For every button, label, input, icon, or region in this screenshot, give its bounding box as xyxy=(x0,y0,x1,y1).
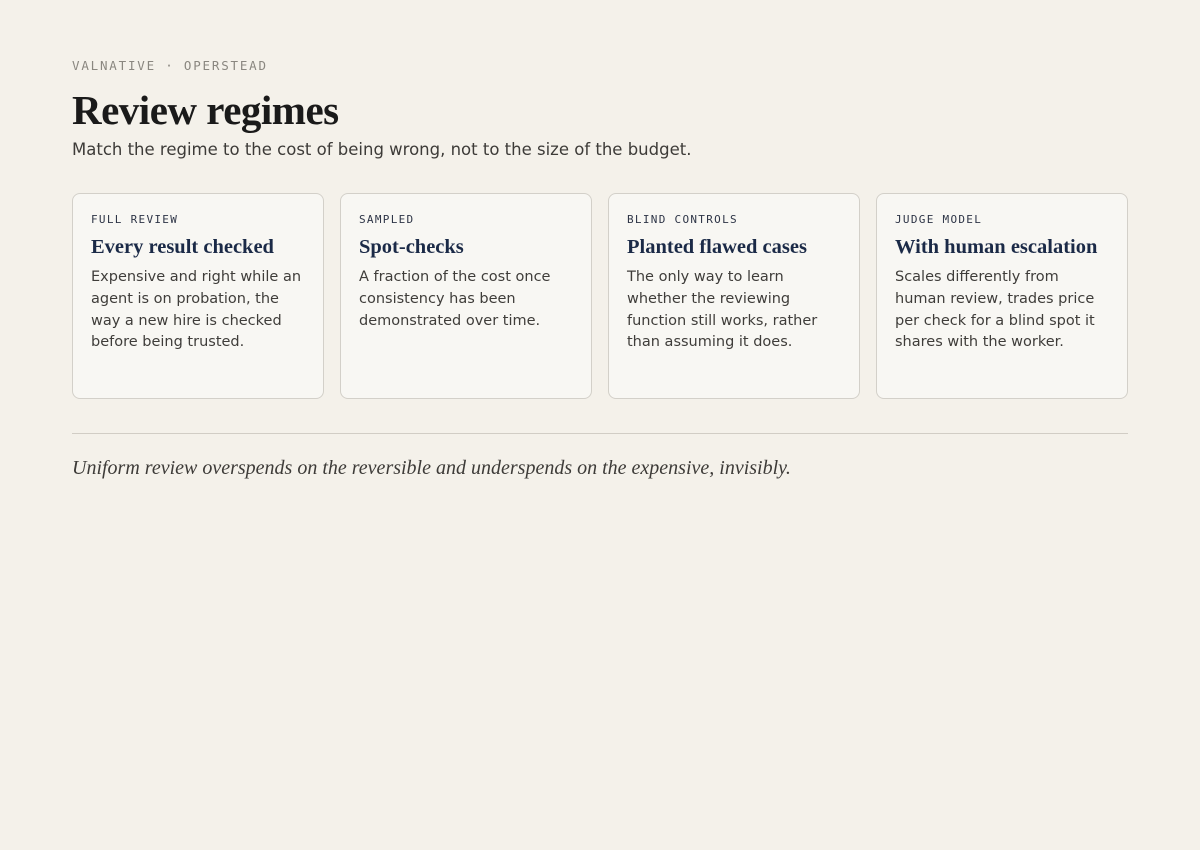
regime-cards: FULL REVIEW Every result checked Expensi… xyxy=(72,193,1128,399)
card-body: The only way to learn whether the review… xyxy=(627,269,818,351)
card-label: SAMPLED xyxy=(359,213,415,226)
card-body: Scales differently from human review, tr… xyxy=(895,269,1095,351)
card-title: Every result checked xyxy=(91,236,274,258)
page-title: Review regimes xyxy=(72,87,339,133)
regime-card-sampled: SAMPLED Spot-checks A fraction of the co… xyxy=(340,193,592,399)
section-divider xyxy=(72,433,1128,434)
regime-card-blind-controls: BLIND CONTROLS Planted flawed cases The … xyxy=(608,193,860,399)
regime-card-full-review: FULL REVIEW Every result checked Expensi… xyxy=(72,193,324,399)
card-title: Spot-checks xyxy=(359,236,464,258)
card-body: A fraction of the cost once consistency … xyxy=(359,269,551,329)
page: VALNATIVE · OPERSTEAD Review regimes Mat… xyxy=(0,0,1200,850)
page-subtitle: Match the regime to the cost of being wr… xyxy=(72,140,692,159)
card-label: FULL REVIEW xyxy=(91,213,179,226)
closing-quote: Uniform review overspends on the reversi… xyxy=(72,457,791,479)
card-label: BLIND CONTROLS xyxy=(627,213,738,226)
card-label: JUDGE MODEL xyxy=(895,213,983,226)
card-body: Expensive and right while an agent is on… xyxy=(91,269,302,351)
card-title: With human escalation xyxy=(895,236,1098,258)
card-title: Planted flawed cases xyxy=(627,236,807,258)
regime-card-judge-model: JUDGE MODEL With human escalation Scales… xyxy=(876,193,1128,399)
eyebrow-label: VALNATIVE · OPERSTEAD xyxy=(72,58,268,73)
